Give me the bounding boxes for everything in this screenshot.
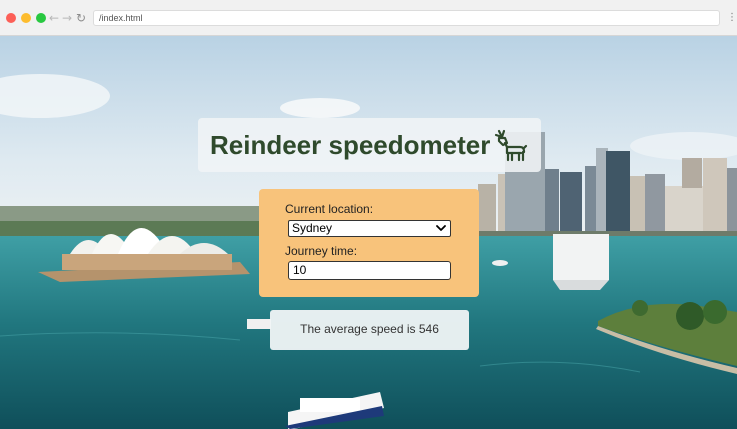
journey-time-input[interactable]: 10 (288, 261, 451, 280)
location-select[interactable]: Sydney (288, 220, 451, 237)
result-card: The average speed is 546 (270, 310, 469, 350)
average-speed-text: The average speed is 546 (300, 322, 439, 336)
journey-time-label: Journey time: (285, 244, 358, 258)
minimize-window-button[interactable] (21, 13, 31, 23)
reindeer-icon (494, 129, 528, 162)
location-label: Current location: (285, 202, 374, 216)
browser-toolbar: ← → ↻ /index.html ⋮ (0, 0, 737, 36)
maximize-window-button[interactable] (36, 13, 46, 23)
browser-window: ← → ↻ /index.html ⋮ Reindeer speedometer… (0, 0, 737, 429)
kebab-menu-icon[interactable]: ⋮ (727, 11, 737, 25)
arrow-left-icon[interactable]: ← (49, 10, 59, 26)
page-title: Reindeer speedometer (210, 130, 491, 160)
close-window-button[interactable] (6, 13, 16, 23)
address-bar[interactable]: /index.html (93, 10, 720, 26)
chevron-down-icon (436, 225, 446, 231)
arrow-right-icon[interactable]: → (62, 10, 72, 26)
title-card: Reindeer speedometer (198, 118, 541, 172)
reload-icon[interactable]: ↻ (76, 10, 86, 26)
speed-form: Current location: Sydney Journey time: 1… (259, 189, 479, 297)
location-select-value: Sydney (292, 221, 333, 235)
